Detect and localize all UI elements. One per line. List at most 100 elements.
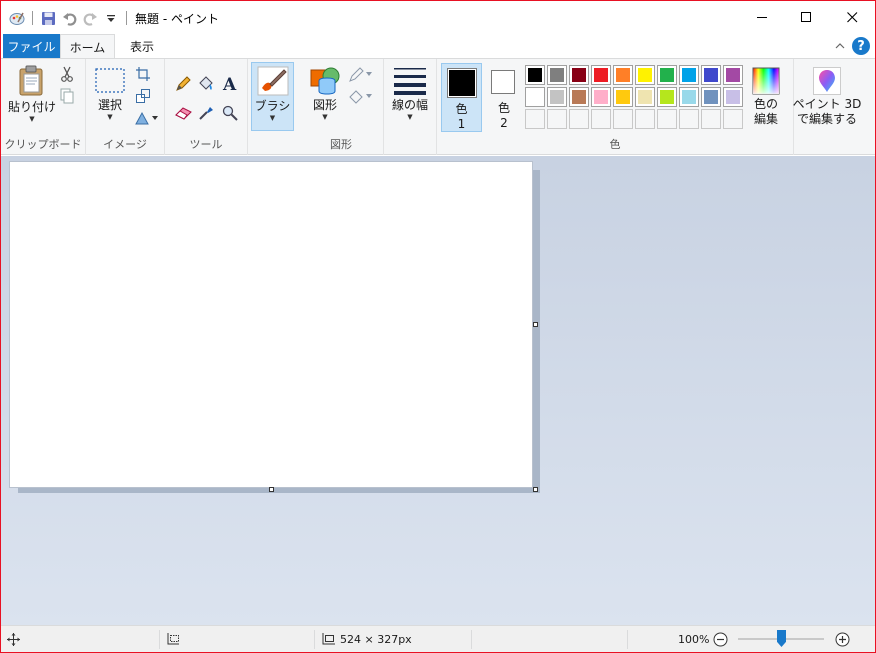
- tab-home[interactable]: ホーム: [60, 34, 115, 59]
- shapes-button[interactable]: 図形 ▼: [306, 65, 344, 121]
- custom-color-slot[interactable]: [701, 109, 721, 129]
- close-button[interactable]: [829, 1, 875, 33]
- resize-handle-bottom[interactable]: [269, 487, 274, 492]
- brushes-button[interactable]: ブラシ ▼: [251, 62, 294, 131]
- color-swatch-fill: [704, 90, 718, 104]
- color-swatch[interactable]: [591, 87, 611, 107]
- color-swatch[interactable]: [525, 87, 545, 107]
- custom-color-slot[interactable]: [525, 109, 545, 129]
- color-swatch[interactable]: [701, 65, 721, 85]
- help-button[interactable]: ?: [852, 37, 870, 55]
- brushes-content: ブラシ ▼: [252, 66, 293, 122]
- color-swatch-fill: [616, 90, 630, 104]
- maximize-button[interactable]: [783, 1, 829, 33]
- paint-app-icon[interactable]: [9, 10, 25, 26]
- tab-file[interactable]: ファイル: [3, 34, 60, 58]
- color-swatch[interactable]: [679, 87, 699, 107]
- color1-button[interactable]: 色 1: [441, 63, 482, 132]
- color-swatch-fill: [550, 68, 564, 82]
- select-rectangle-icon: [95, 68, 125, 93]
- custom-color-slot[interactable]: [635, 109, 655, 129]
- paste-button[interactable]: 貼り付け ▼: [8, 65, 56, 123]
- resize-handle-corner[interactable]: [533, 487, 538, 492]
- pencil-icon[interactable]: [174, 75, 192, 93]
- resize-handle-right[interactable]: [533, 322, 538, 327]
- color-swatch[interactable]: [613, 87, 633, 107]
- fill-bucket-icon[interactable]: [197, 74, 215, 92]
- minimize-button[interactable]: [739, 1, 785, 33]
- color-swatch[interactable]: [657, 87, 677, 107]
- paint3d-button[interactable]: ペイント 3D で編集する: [793, 67, 861, 127]
- move-cursor-icon: [7, 632, 20, 646]
- canvas-workspace: [1, 156, 875, 625]
- custom-color-slot[interactable]: [613, 109, 633, 129]
- color-swatch-fill: [572, 68, 586, 82]
- edit-colors-button[interactable]: 色の 編集: [747, 67, 785, 127]
- drawing-canvas[interactable]: [9, 161, 533, 488]
- shape-fill-icon[interactable]: [348, 88, 374, 106]
- color-swatch-fill: [616, 68, 630, 82]
- color-swatch[interactable]: [701, 87, 721, 107]
- eraser-icon[interactable]: [174, 104, 192, 122]
- select-button[interactable]: 選択 ▼: [91, 67, 129, 121]
- text-icon[interactable]: A: [221, 74, 239, 92]
- tools-group-label: ツール: [189, 138, 223, 151]
- collapse-ribbon-icon[interactable]: [833, 39, 847, 53]
- color-swatch[interactable]: [723, 87, 743, 107]
- zoom-in-button[interactable]: [835, 632, 850, 650]
- outline-icon[interactable]: [348, 66, 374, 84]
- color-swatch[interactable]: [635, 65, 655, 85]
- color2-swatch: [491, 70, 515, 94]
- tab-view[interactable]: 表示: [115, 34, 169, 58]
- color-swatch[interactable]: [635, 87, 655, 107]
- color-swatch[interactable]: [613, 65, 633, 85]
- custom-color-slot[interactable]: [591, 109, 611, 129]
- color-swatch[interactable]: [569, 65, 589, 85]
- magnifier-icon[interactable]: [221, 104, 239, 122]
- customize-qat-icon[interactable]: [103, 10, 119, 26]
- size-label: 線の幅: [391, 98, 428, 112]
- shapes-group: 図形 ▼ 図形: [299, 59, 384, 155]
- cut-icon[interactable]: [58, 65, 76, 83]
- shapes-group-label: 図形: [330, 138, 352, 151]
- color-swatch[interactable]: [723, 65, 743, 85]
- size-button[interactable]: 線の幅 ▼: [387, 67, 433, 121]
- color-swatch[interactable]: [547, 65, 567, 85]
- custom-color-slot[interactable]: [569, 109, 589, 129]
- qat-separator: [126, 11, 127, 25]
- select-label: 選択: [97, 98, 122, 112]
- color-picker-icon[interactable]: [197, 104, 215, 122]
- status-bar: 524 × 327px 100%: [1, 625, 875, 652]
- rotate-icon[interactable]: [134, 109, 160, 127]
- resize-icon[interactable]: [134, 87, 152, 105]
- save-icon[interactable]: [40, 10, 56, 26]
- custom-color-slot[interactable]: [679, 109, 699, 129]
- maximize-icon: [800, 11, 811, 22]
- svg-text:A: A: [222, 75, 237, 92]
- color-swatch[interactable]: [547, 87, 567, 107]
- zoom-slider-thumb[interactable]: [777, 630, 786, 647]
- undo-icon[interactable]: [61, 10, 77, 26]
- selection-size: [166, 626, 179, 652]
- custom-color-slot[interactable]: [547, 109, 567, 129]
- crop-icon[interactable]: [134, 65, 152, 83]
- color-swatch[interactable]: [591, 65, 611, 85]
- color-swatch[interactable]: [525, 65, 545, 85]
- color-swatch-fill: [528, 68, 542, 82]
- color-swatch[interactable]: [569, 87, 589, 107]
- custom-color-slot[interactable]: [657, 109, 677, 129]
- color-swatch[interactable]: [679, 65, 699, 85]
- color-swatch[interactable]: [657, 65, 677, 85]
- color1-label: 色: [455, 102, 468, 116]
- paint-window: 無題 - ペイント ファイル ホーム 表示 ? 貼り付け ▼ クリップボード 選…: [0, 0, 876, 653]
- zoom-out-button[interactable]: [713, 632, 728, 650]
- redo-icon[interactable]: [82, 10, 98, 26]
- custom-color-slot[interactable]: [723, 109, 743, 129]
- color2-button[interactable]: 色 2: [484, 63, 524, 132]
- copy-icon[interactable]: [58, 87, 76, 105]
- window-title: 無題 - ペイント: [135, 12, 219, 26]
- clipboard-group-label: クリップボード: [4, 138, 82, 151]
- color-swatch-fill: [594, 90, 608, 104]
- edit-colors-label-1: 色の: [753, 97, 778, 111]
- color-swatch-fill: [704, 68, 718, 82]
